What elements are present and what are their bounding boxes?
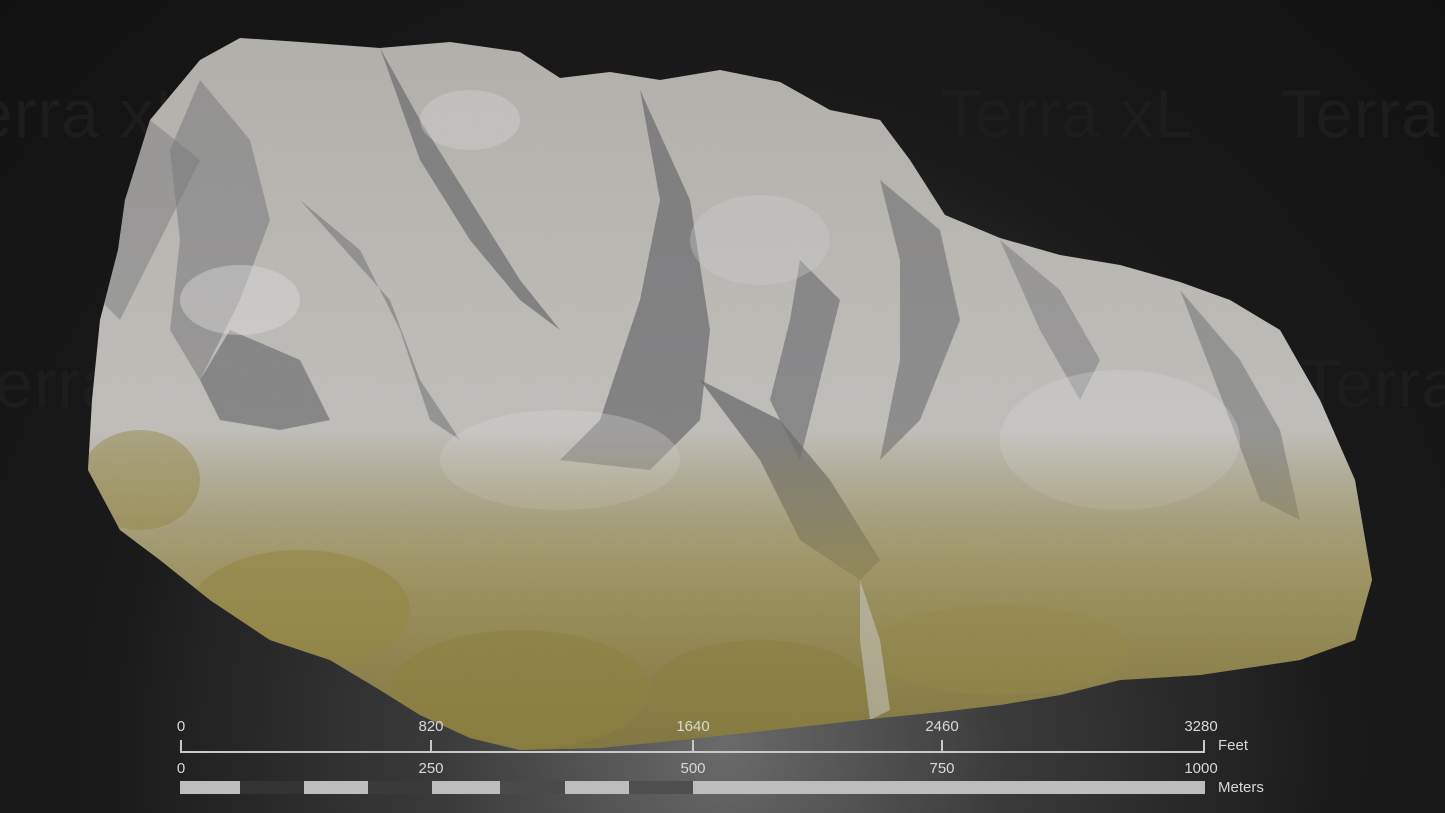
- meters-segment: [368, 781, 432, 794]
- meters-segment: [304, 781, 368, 794]
- viewport: Terra xL Terra xL Terra xL Terra xL Terr…: [0, 0, 1445, 813]
- feet-tick-label: 820: [418, 718, 444, 735]
- meters-unit-label: Meters: [1218, 779, 1264, 796]
- feet-tick-label: 2460: [925, 718, 959, 735]
- scale-bar-meters: [180, 781, 1205, 794]
- feet-unit-label: Feet: [1218, 737, 1249, 754]
- meters-segment: [565, 781, 629, 794]
- meters-tick-label: 250: [418, 760, 444, 777]
- feet-tick-label: 0: [176, 718, 186, 735]
- feet-tick-label: 1640: [676, 718, 710, 735]
- meters-segment: [180, 781, 240, 794]
- meters-tick-label: 1000: [1184, 760, 1218, 777]
- scale-bar-feet: [180, 740, 1205, 753]
- meters-segment: [240, 781, 304, 794]
- meters-segment: [432, 781, 500, 794]
- meters-segment: [693, 781, 1205, 794]
- feet-tick-label: 3280: [1184, 718, 1218, 735]
- terrain-model: [88, 38, 1372, 794]
- meters-tick-label: 750: [929, 760, 955, 777]
- meters-segment: [500, 781, 565, 794]
- meters-tick-label: 500: [680, 760, 706, 777]
- meters-tick-label: 0: [176, 760, 186, 777]
- meters-segment: [629, 781, 693, 794]
